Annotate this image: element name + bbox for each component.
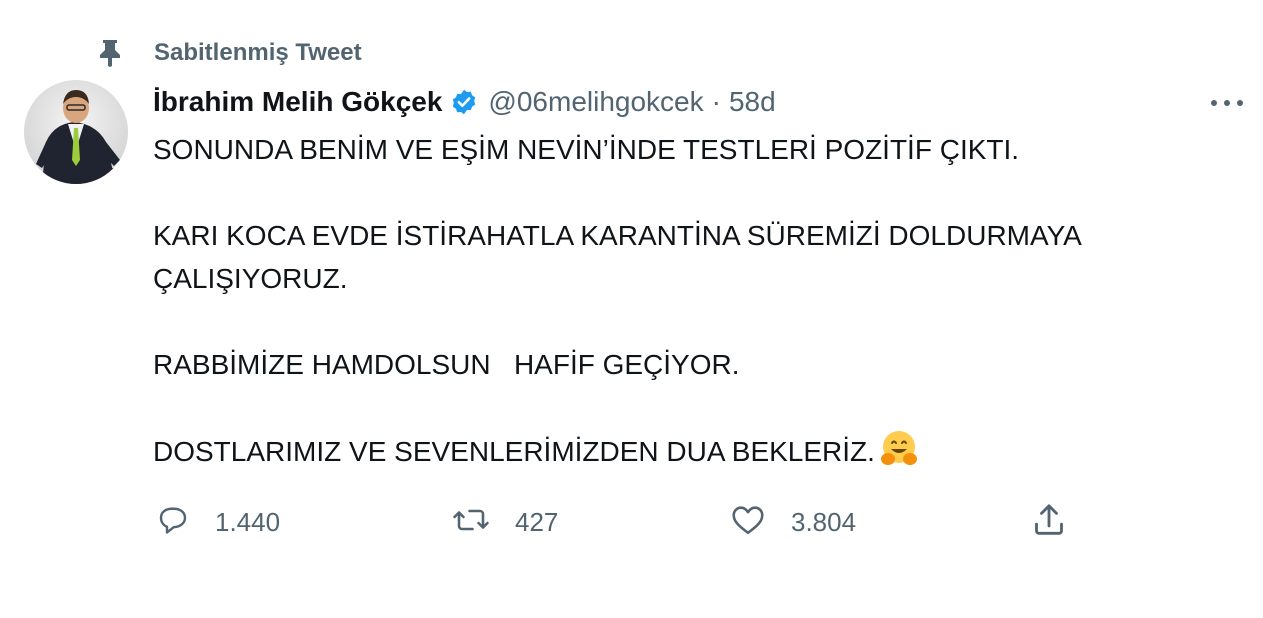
author-display-name[interactable]: İbrahim Melih Gökçek bbox=[153, 86, 442, 118]
retweet-button[interactable]: 427 bbox=[451, 500, 558, 544]
avatar[interactable] bbox=[24, 80, 128, 184]
pinned-indicator: Sabitlenmiş Tweet bbox=[96, 36, 362, 70]
tweet-paragraph-text: DOSTLARIMIZ VE SEVENLERİMİZDEN DUA BEKLE… bbox=[153, 436, 875, 467]
retweet-count: 427 bbox=[515, 506, 559, 537]
like-button[interactable]: 3.804 bbox=[729, 500, 856, 544]
pin-icon bbox=[96, 39, 124, 67]
reply-count: 1.440 bbox=[215, 506, 281, 537]
reply-button[interactable]: 1.440 bbox=[155, 500, 280, 544]
tweet-actions: 1.440 427 3.804 bbox=[153, 500, 1153, 544]
retweet-icon bbox=[451, 502, 491, 543]
tweet-timestamp[interactable]: 58d bbox=[729, 86, 776, 118]
hugging-face-emoji bbox=[879, 429, 919, 481]
tweet-card[interactable]: Sabitlenmiş Tweet İbrahim Melih Gökçek @… bbox=[0, 0, 1263, 618]
tweet-paragraph: KARI KOCA EVDE İSTİRAHATLA KARANTİNA SÜR… bbox=[153, 220, 1081, 294]
share-icon bbox=[1029, 500, 1069, 545]
reply-icon bbox=[155, 502, 191, 543]
pinned-label: Sabitlenmiş Tweet bbox=[154, 39, 362, 66]
verified-badge-icon bbox=[450, 88, 478, 116]
tweet-paragraph: SONUNDA BENİM VE EŞİM NEVİN’İNDE TESTLER… bbox=[153, 134, 1020, 165]
tweet-header: İbrahim Melih Gökçek @06melihgokcek · 58… bbox=[153, 82, 776, 122]
separator-dot: · bbox=[711, 86, 721, 117]
like-count: 3.804 bbox=[791, 506, 857, 537]
heart-icon bbox=[729, 502, 767, 543]
author-handle[interactable]: @06melihgokcek bbox=[488, 86, 703, 118]
tweet-text: SONUNDA BENİM VE EŞİM NEVİN’İNDE TESTLER… bbox=[153, 128, 1233, 481]
share-button[interactable] bbox=[1029, 500, 1069, 544]
tweet-paragraph: RABBİMİZE HAMDOLSUN HAFİF GEÇİYOR. bbox=[153, 349, 740, 380]
more-options-icon[interactable] bbox=[1205, 88, 1249, 118]
tweet-paragraph-last: DOSTLARIMIZ VE SEVENLERİMİZDEN DUA BEKLE… bbox=[153, 429, 1233, 481]
